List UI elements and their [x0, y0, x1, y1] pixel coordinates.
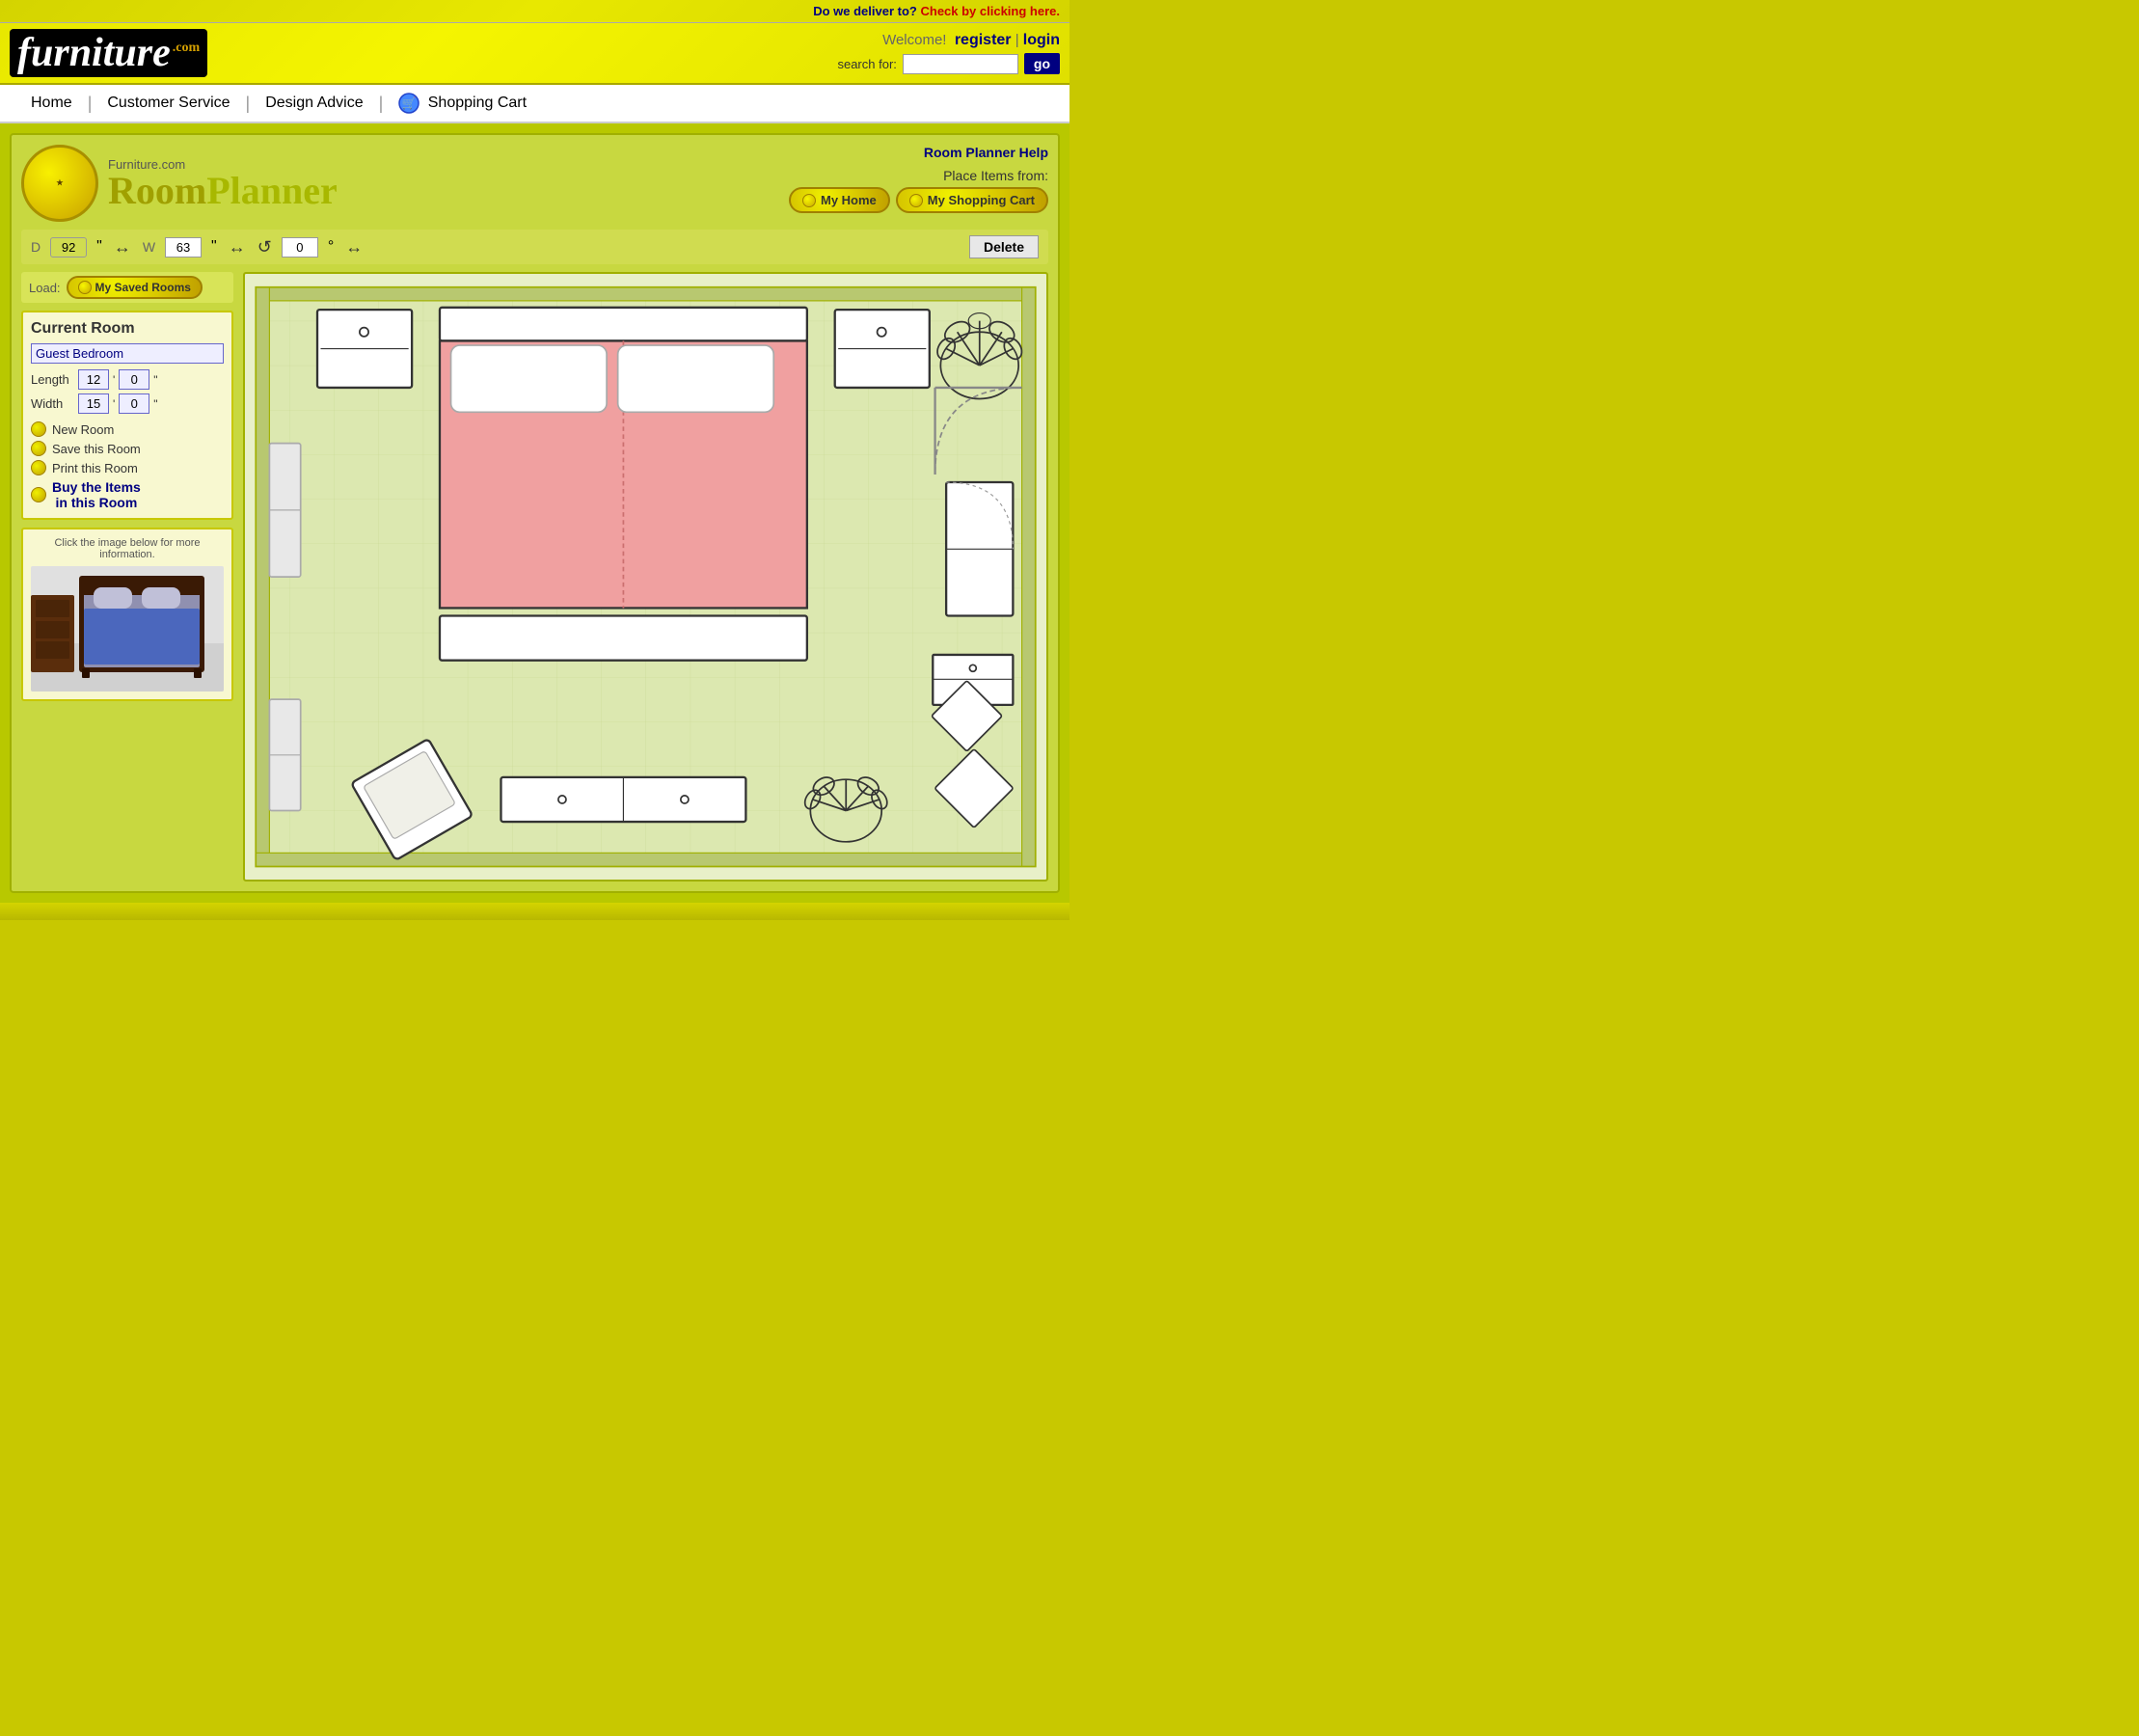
room-svg: [245, 274, 1046, 880]
current-room-box: Current Room Length ' " Width ': [21, 311, 233, 520]
rotate-unit: °: [328, 238, 334, 256]
width-input[interactable]: 63: [165, 237, 202, 258]
bed-svg: [31, 566, 224, 692]
search-input[interactable]: [903, 54, 1018, 74]
length-ft-input[interactable]: [78, 369, 109, 390]
nav-customer-service[interactable]: Customer Service: [92, 95, 245, 112]
welcome-row: Welcome! register | login: [837, 32, 1060, 49]
length-row: Length ' ": [31, 369, 224, 390]
my-home-button[interactable]: My Home: [789, 187, 890, 213]
room-actions: New Room Save this Room Print this Room: [31, 421, 224, 510]
load-row: Load: My Saved Rooms: [21, 272, 233, 303]
depth-arrow-icon: ↔: [114, 237, 131, 258]
buy-items-circle-icon: [31, 487, 46, 502]
planner-logo-circle: ★: [21, 145, 98, 222]
header-separator: |: [1015, 32, 1019, 48]
cart-icon: 🛒: [398, 93, 420, 114]
delivery-question: Do we deliver to?: [813, 4, 917, 18]
room-planner-help-link[interactable]: Room Planner Help: [789, 145, 1048, 160]
width-in-label: ": [153, 397, 157, 411]
nav-home[interactable]: Home: [15, 95, 88, 112]
rotate-icon: ↺: [257, 237, 272, 258]
delivery-bar: Do we deliver to? Check by clicking here…: [0, 0, 1070, 23]
my-saved-rooms-button[interactable]: My Saved Rooms: [67, 276, 203, 299]
width-arrow-icon: ↔: [229, 237, 246, 258]
info-box-title: Click the image below for more informati…: [31, 537, 224, 560]
register-link[interactable]: register: [955, 32, 1012, 48]
go-button[interactable]: go: [1024, 53, 1060, 74]
welcome-text: Welcome!: [882, 32, 946, 48]
toolbar: D 92 " ↔ W 63 " ↔ ↺ 0 ° ↔ Delete: [21, 230, 1048, 264]
rotate-arrow-icon: ↔: [345, 237, 363, 258]
saved-rooms-circle-icon: [78, 281, 92, 294]
site-logo[interactable]: furniture.com: [10, 29, 207, 77]
room-canvas[interactable]: [243, 272, 1048, 882]
save-room-button[interactable]: Save this Room: [31, 441, 224, 456]
search-row: search for: go: [837, 53, 1060, 74]
svg-text:🛒: 🛒: [402, 96, 417, 110]
site-header: furniture.com Welcome! register | login …: [0, 23, 1070, 85]
nav-shopping-cart[interactable]: 🛒 Shopping Cart: [383, 93, 542, 114]
length-in-input[interactable]: [119, 369, 149, 390]
header-right: Welcome! register | login search for: go: [837, 32, 1060, 74]
width-row: Width ' ": [31, 393, 224, 414]
width-ft-input[interactable]: [78, 393, 109, 414]
width-in-input[interactable]: [119, 393, 149, 414]
info-box: Click the image below for more informati…: [21, 528, 233, 701]
nav-design-advice[interactable]: Design Advice: [250, 95, 378, 112]
my-cart-circle-icon: [909, 194, 923, 207]
depth-input[interactable]: 92: [50, 237, 87, 258]
width-ft-label: ': [113, 397, 115, 411]
print-room-button[interactable]: Print this Room: [31, 460, 224, 475]
my-home-circle-icon: [802, 194, 816, 207]
save-room-circle-icon: [31, 441, 46, 456]
room-planner: ★ Furniture.com RoomPlanner Room Planner…: [10, 133, 1060, 893]
logo-area: furniture.com: [10, 29, 207, 77]
planner-logo-big: RoomPlanner: [108, 172, 338, 210]
load-label: Load:: [29, 281, 61, 295]
place-items-label: Place Items from:: [789, 168, 1048, 183]
planner-top: ★ Furniture.com RoomPlanner Room Planner…: [21, 145, 1048, 222]
length-in-label: ": [153, 373, 157, 387]
planner-top-right: Room Planner Help Place Items from: My H…: [789, 145, 1048, 213]
new-room-button[interactable]: New Room: [31, 421, 224, 437]
print-room-circle-icon: [31, 460, 46, 475]
current-room-title: Current Room: [31, 320, 224, 338]
search-label: search for:: [837, 57, 896, 71]
planner-logo: ★ Furniture.com RoomPlanner: [21, 145, 338, 222]
d-label: D: [31, 239, 41, 255]
rotate-input[interactable]: 0: [282, 237, 318, 258]
main-content: ★ Furniture.com RoomPlanner Room Planner…: [0, 123, 1070, 903]
bottom-bar: [0, 903, 1070, 920]
login-link[interactable]: login: [1023, 32, 1060, 48]
bed-image[interactable]: [31, 566, 224, 692]
place-buttons: My Home My Shopping Cart: [789, 187, 1048, 213]
planner-body: Load: My Saved Rooms Current Room Length…: [21, 272, 1048, 882]
delete-button[interactable]: Delete: [969, 235, 1039, 258]
my-cart-button[interactable]: My Shopping Cart: [896, 187, 1048, 213]
d-unit: ": [96, 238, 102, 256]
length-label: Length: [31, 372, 74, 387]
sidebar: Load: My Saved Rooms Current Room Length…: [21, 272, 233, 882]
new-room-circle-icon: [31, 421, 46, 437]
length-ft-label: ': [113, 373, 115, 387]
w-unit: ": [211, 238, 217, 256]
width-label: Width: [31, 396, 74, 411]
buy-items-button[interactable]: Buy the Items in this Room: [31, 479, 224, 510]
nav-bar: Home | Customer Service | Design Advice …: [0, 85, 1070, 123]
room-name-input[interactable]: [31, 343, 224, 364]
w-label: W: [143, 239, 155, 255]
delivery-link[interactable]: Check by clicking here.: [920, 4, 1060, 18]
planner-logo-text: Furniture.com RoomPlanner: [108, 157, 338, 210]
